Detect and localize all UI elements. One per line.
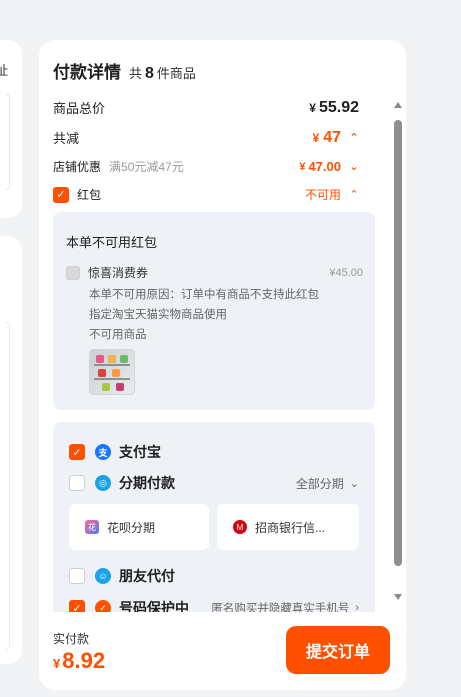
- details-scroll-area[interactable]: 商品总价 ¥55.92 共减 ¥47 ⌃ 店铺优惠 满50元减47元 ¥47.00…: [39, 90, 406, 650]
- total-price-label: 商品总价: [53, 101, 106, 116]
- redpacket-label: 红包: [77, 188, 102, 202]
- coupon-item: 惊喜消费券 ¥45.00: [66, 264, 363, 281]
- paid-amount-label: 实付款: [53, 632, 90, 646]
- total-price-row: 商品总价 ¥55.92: [53, 98, 359, 117]
- payment-alipay[interactable]: ✓ 支 支付宝: [69, 442, 359, 462]
- cmb-installment-option[interactable]: M 招商银行信...: [217, 504, 359, 550]
- scroll-down-arrow-icon[interactable]: [394, 594, 402, 600]
- paid-amount: ¥8.92: [53, 648, 106, 673]
- address-card-stub: 址: [0, 40, 22, 218]
- item-count: 8: [145, 65, 154, 82]
- huabei-label: 花呗分期: [107, 520, 156, 535]
- discount-value: ¥47 ⌃: [312, 128, 359, 146]
- friend-pay-icon: ☺: [95, 568, 111, 584]
- store-discount-label: 店铺优惠: [53, 160, 102, 174]
- installment-label: 分期付款: [119, 475, 175, 491]
- installment-icon: ◎: [95, 475, 111, 491]
- store-discount-value: ¥47.00 ⌄: [299, 159, 359, 174]
- chevron-down-icon: ⌄: [349, 477, 359, 490]
- payment-details-panel: 付款详情 共 8 件商品 商品总价 ¥55.92 共减 ¥47 ⌃ 店铺优惠 满5…: [39, 40, 406, 690]
- scrollbar-thumb[interactable]: [394, 120, 402, 566]
- payment-friend[interactable]: ☺ 朋友代付: [69, 566, 359, 586]
- friend-pay-checkbox[interactable]: [69, 568, 85, 584]
- alipay-icon: 支: [95, 444, 111, 460]
- page-title: 付款详情: [53, 63, 121, 82]
- order-box-stub: [6, 322, 10, 650]
- checkout-footer: 实付款 ¥8.92 提交订单: [39, 612, 406, 690]
- panel-header: 付款详情 共 8 件商品: [53, 58, 196, 83]
- payment-installment[interactable]: ◎ 分期付款 全部分期 ⌄: [69, 473, 359, 493]
- unavailable-items-label: 不可用商品: [89, 329, 147, 341]
- scroll-up-arrow-icon[interactable]: [394, 102, 402, 108]
- redpacket-row[interactable]: ✓ 红包 不可用 ⌃: [53, 186, 359, 203]
- product-thumbnail[interactable]: [89, 349, 135, 395]
- huabei-icon: 花: [85, 520, 99, 534]
- unavailable-redpacket-title: 本单不可用红包: [66, 235, 158, 250]
- scrollbar[interactable]: [393, 102, 403, 602]
- coupon-checkbox: [66, 265, 80, 280]
- alipay-label: 支付宝: [119, 444, 161, 460]
- unavailable-redpacket-panel: 本单不可用红包 惊喜消费券 ¥45.00 本单不可用原因：订单中有商品不支持此红…: [53, 212, 375, 410]
- discount-row[interactable]: 共减 ¥47 ⌃: [53, 128, 359, 147]
- item-count-suffix: 件商品: [156, 66, 196, 81]
- cmb-bank-icon: M: [233, 520, 247, 534]
- installment-option-select[interactable]: 全部分期 ⌄: [296, 475, 359, 492]
- chevron-down-icon[interactable]: ⌄: [349, 160, 359, 173]
- address-box-stub: [6, 94, 10, 190]
- cmb-label: 招商银行信...: [255, 520, 326, 535]
- total-price-value: ¥55.92: [309, 98, 359, 116]
- store-discount-rule: 满50元减47元: [109, 160, 184, 174]
- item-count-prefix: 共: [129, 66, 143, 81]
- coupon-name: 惊喜消费券: [88, 266, 149, 280]
- chevron-up-icon[interactable]: ⌃: [349, 131, 359, 144]
- discount-label: 共减: [53, 131, 80, 146]
- address-label-fragment: 址: [0, 63, 8, 78]
- coupon-value: ¥45.00: [329, 266, 363, 279]
- redpacket-checkbox[interactable]: ✓: [53, 186, 69, 203]
- installment-checkbox[interactable]: [69, 475, 85, 491]
- redpacket-status[interactable]: 不可用 ⌃: [305, 186, 359, 203]
- submit-order-button[interactable]: 提交订单: [286, 626, 390, 674]
- friend-pay-label: 朋友代付: [119, 568, 175, 584]
- huabei-installment-option[interactable]: 花 花呗分期: [69, 504, 209, 550]
- alipay-checkbox[interactable]: ✓: [69, 444, 85, 460]
- usage-rule: 指定淘宝天猫实物商品使用: [89, 309, 227, 321]
- chevron-up-icon: ⌃: [349, 189, 359, 201]
- store-discount-row[interactable]: 店铺优惠 满50元减47元 ¥47.00 ⌄: [53, 158, 359, 175]
- unavailable-reason: 本单不可用原因：订单中有商品不支持此红包: [89, 289, 319, 301]
- order-card-stub: [0, 236, 22, 664]
